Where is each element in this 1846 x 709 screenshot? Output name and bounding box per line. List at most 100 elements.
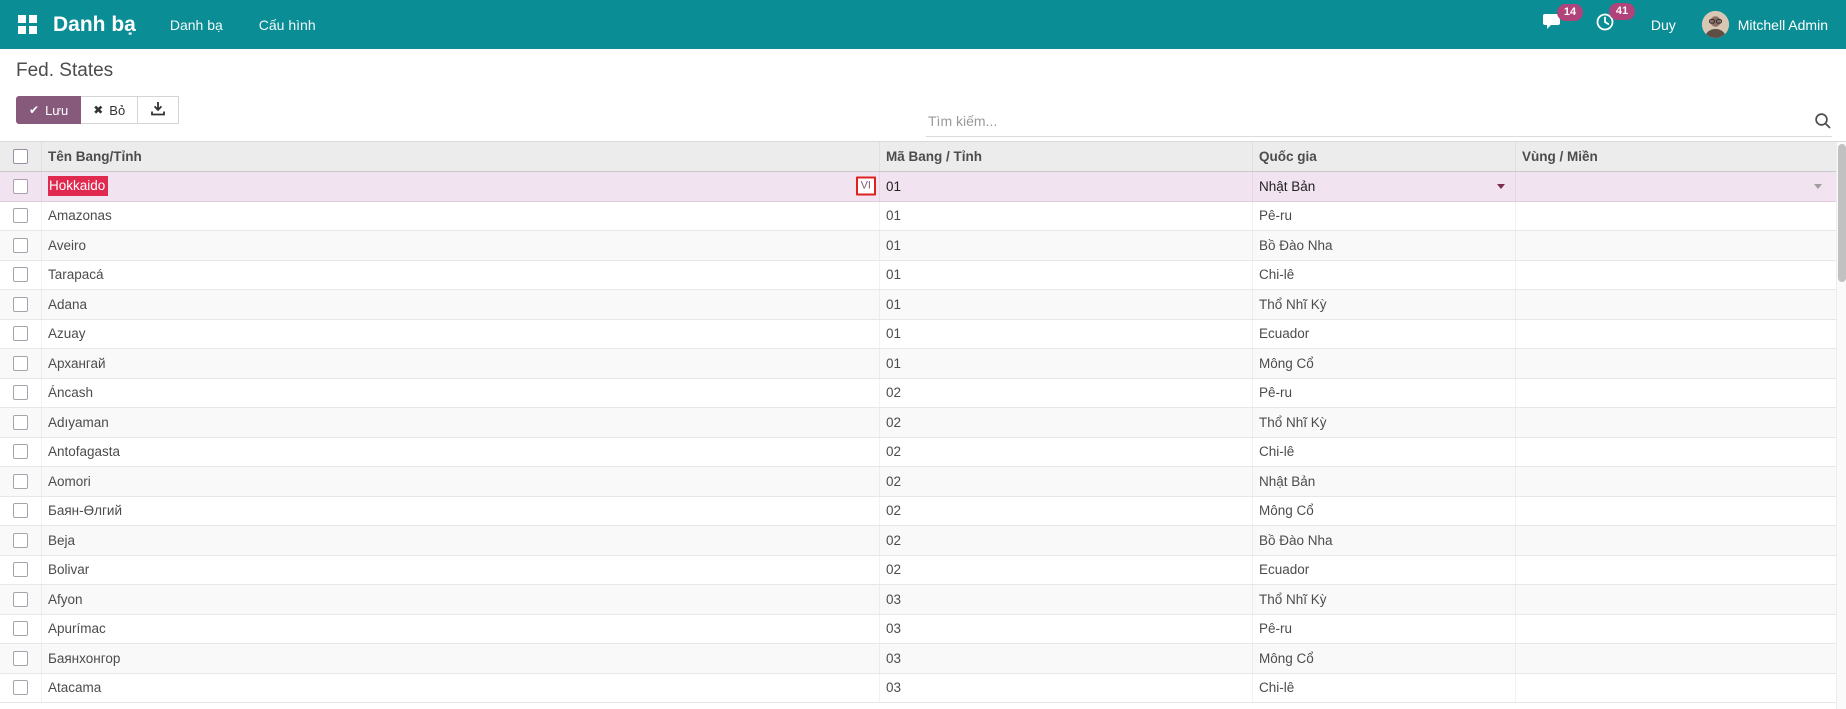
- cell-state-code[interactable]: 03: [880, 673, 1253, 702]
- table-row[interactable]: Adıyaman 02 Thổ Nhĩ Kỳ: [0, 408, 1836, 438]
- cell-region[interactable]: [1516, 644, 1836, 673]
- cell-state-name[interactable]: Bolivar: [42, 555, 880, 584]
- table-row[interactable]: Aomori 02 Nhật Bản: [0, 467, 1836, 497]
- cell-country[interactable]: Ecuador: [1253, 319, 1516, 348]
- cell-region[interactable]: [1516, 615, 1836, 644]
- cell-state-name[interactable]: Hokkaido VI: [42, 172, 880, 201]
- cell-state-code[interactable]: 01: [880, 319, 1253, 348]
- chevron-down-icon[interactable]: [1497, 184, 1505, 190]
- cell-state-name[interactable]: Apurímac: [42, 614, 880, 643]
- cell-country[interactable]: Pê-ru: [1253, 201, 1516, 230]
- cell-state-name[interactable]: Áncash: [42, 378, 880, 407]
- cell-country[interactable]: Pê-ru: [1253, 614, 1516, 643]
- cell-region[interactable]: [1516, 556, 1836, 585]
- cell-state-code[interactable]: 03: [880, 585, 1253, 614]
- cell-state-code[interactable]: 02: [880, 378, 1253, 407]
- cell-country[interactable]: Pê-ru: [1253, 378, 1516, 407]
- column-header-region[interactable]: Vùng / Miền: [1516, 142, 1836, 171]
- search-icon[interactable]: [1806, 112, 1832, 130]
- cell-state-name[interactable]: Tarapacá: [42, 260, 880, 289]
- apps-menu-icon[interactable]: [18, 15, 37, 34]
- cell-country[interactable]: Mông Cổ: [1253, 644, 1516, 673]
- cell-state-code[interactable]: 02: [880, 496, 1253, 525]
- table-row[interactable]: Баян-Өлгий 02 Mông Cổ: [0, 496, 1836, 526]
- cell-state-name[interactable]: Afyon: [42, 585, 880, 614]
- cell-state-code[interactable]: 01: [880, 290, 1253, 319]
- cell-country[interactable]: Mông Cổ: [1253, 496, 1516, 525]
- table-row[interactable]: Apurímac 03 Pê-ru: [0, 614, 1836, 644]
- table-row[interactable]: Antofagasta 02 Chi-lê: [0, 437, 1836, 467]
- vertical-scrollbar[interactable]: [1836, 142, 1846, 709]
- cell-country[interactable]: Chi-lê: [1253, 437, 1516, 466]
- table-row[interactable]: Bolivar 02 Ecuador: [0, 555, 1836, 585]
- cell-country[interactable]: Nhật Bản: [1253, 172, 1516, 201]
- menu-configuration[interactable]: Cấu hình: [259, 17, 316, 33]
- cell-state-name[interactable]: Amazonas: [42, 201, 880, 230]
- row-checkbox[interactable]: [0, 614, 42, 643]
- menu-contacts[interactable]: Danh bạ: [170, 17, 223, 33]
- table-row[interactable]: Hokkaido VI 01 Nhật Bản: [0, 172, 1836, 202]
- row-checkbox[interactable]: [0, 319, 42, 348]
- row-checkbox[interactable]: [0, 290, 42, 319]
- cell-state-code[interactable]: 01: [880, 349, 1253, 378]
- cell-country[interactable]: Chi-lê: [1253, 673, 1516, 702]
- app-brand[interactable]: Danh bạ: [53, 13, 136, 37]
- row-checkbox[interactable]: [0, 260, 42, 289]
- cell-state-name[interactable]: Atacama: [42, 673, 880, 702]
- cell-state-code[interactable]: 02: [880, 526, 1253, 555]
- table-row[interactable]: Архангай 01 Mông Cổ: [0, 349, 1836, 379]
- table-row[interactable]: Atacama 03 Chi-lê: [0, 673, 1836, 703]
- messages-button[interactable]: 14: [1542, 4, 1584, 36]
- cell-region[interactable]: [1516, 231, 1836, 260]
- cell-state-code[interactable]: 02: [880, 437, 1253, 466]
- cell-country[interactable]: Mông Cổ: [1253, 349, 1516, 378]
- discard-button[interactable]: ✖ Bỏ: [81, 96, 139, 124]
- table-row[interactable]: Tarapacá 01 Chi-lê: [0, 260, 1836, 290]
- row-checkbox[interactable]: [0, 467, 42, 496]
- cell-state-name[interactable]: Архангай: [42, 349, 880, 378]
- cell-state-code[interactable]: 01: [880, 201, 1253, 230]
- row-checkbox[interactable]: [0, 378, 42, 407]
- cell-state-name[interactable]: Azuay: [42, 319, 880, 348]
- select-all-checkbox[interactable]: [0, 142, 42, 171]
- cell-state-name[interactable]: Beja: [42, 526, 880, 555]
- column-header-country[interactable]: Quốc gia: [1253, 142, 1516, 171]
- row-checkbox[interactable]: [0, 496, 42, 525]
- cell-region[interactable]: [1516, 674, 1836, 703]
- user-avatar[interactable]: [1701, 11, 1729, 38]
- cell-region[interactable]: [1516, 261, 1836, 290]
- column-header-state-name[interactable]: Tên Bang/Tỉnh: [42, 142, 880, 171]
- row-checkbox[interactable]: [0, 673, 42, 702]
- table-row[interactable]: Azuay 01 Ecuador: [0, 319, 1836, 349]
- export-button[interactable]: [138, 96, 180, 124]
- cell-state-code[interactable]: 02: [880, 467, 1253, 496]
- cell-region[interactable]: [1516, 438, 1836, 467]
- cell-region[interactable]: [1516, 349, 1836, 378]
- cell-state-name[interactable]: Adana: [42, 290, 880, 319]
- row-checkbox[interactable]: [0, 555, 42, 584]
- row-checkbox[interactable]: [0, 408, 42, 437]
- search-input[interactable]: [926, 111, 1806, 130]
- table-row[interactable]: Amazonas 01 Pê-ru: [0, 201, 1836, 231]
- cell-country[interactable]: Thổ Nhĩ Kỳ: [1253, 408, 1516, 437]
- row-checkbox[interactable]: [0, 231, 42, 260]
- row-checkbox[interactable]: [0, 526, 42, 555]
- column-header-state-code[interactable]: Mã Bang / Tỉnh: [880, 142, 1253, 171]
- cell-state-name[interactable]: Aveiro: [42, 231, 880, 260]
- cell-country[interactable]: Thổ Nhĩ Kỳ: [1253, 585, 1516, 614]
- user-menu[interactable]: Mitchell Admin: [1738, 17, 1828, 33]
- row-checkbox[interactable]: [0, 585, 42, 614]
- cell-region[interactable]: [1516, 526, 1836, 555]
- cell-country[interactable]: Thổ Nhĩ Kỳ: [1253, 290, 1516, 319]
- cell-region[interactable]: [1516, 290, 1836, 319]
- cell-region[interactable]: [1516, 202, 1836, 231]
- cell-region[interactable]: [1516, 497, 1836, 526]
- company-switcher[interactable]: Duy: [1651, 17, 1676, 33]
- cell-region[interactable]: [1516, 467, 1836, 496]
- cell-country[interactable]: Nhật Bản: [1253, 467, 1516, 496]
- cell-state-name[interactable]: Aomori: [42, 467, 880, 496]
- save-button[interactable]: ✔ Lưu: [16, 96, 82, 124]
- cell-state-name[interactable]: Баянхонгор: [42, 644, 880, 673]
- row-checkbox[interactable]: [0, 644, 42, 673]
- cell-country[interactable]: Bồ Đào Nha: [1253, 231, 1516, 260]
